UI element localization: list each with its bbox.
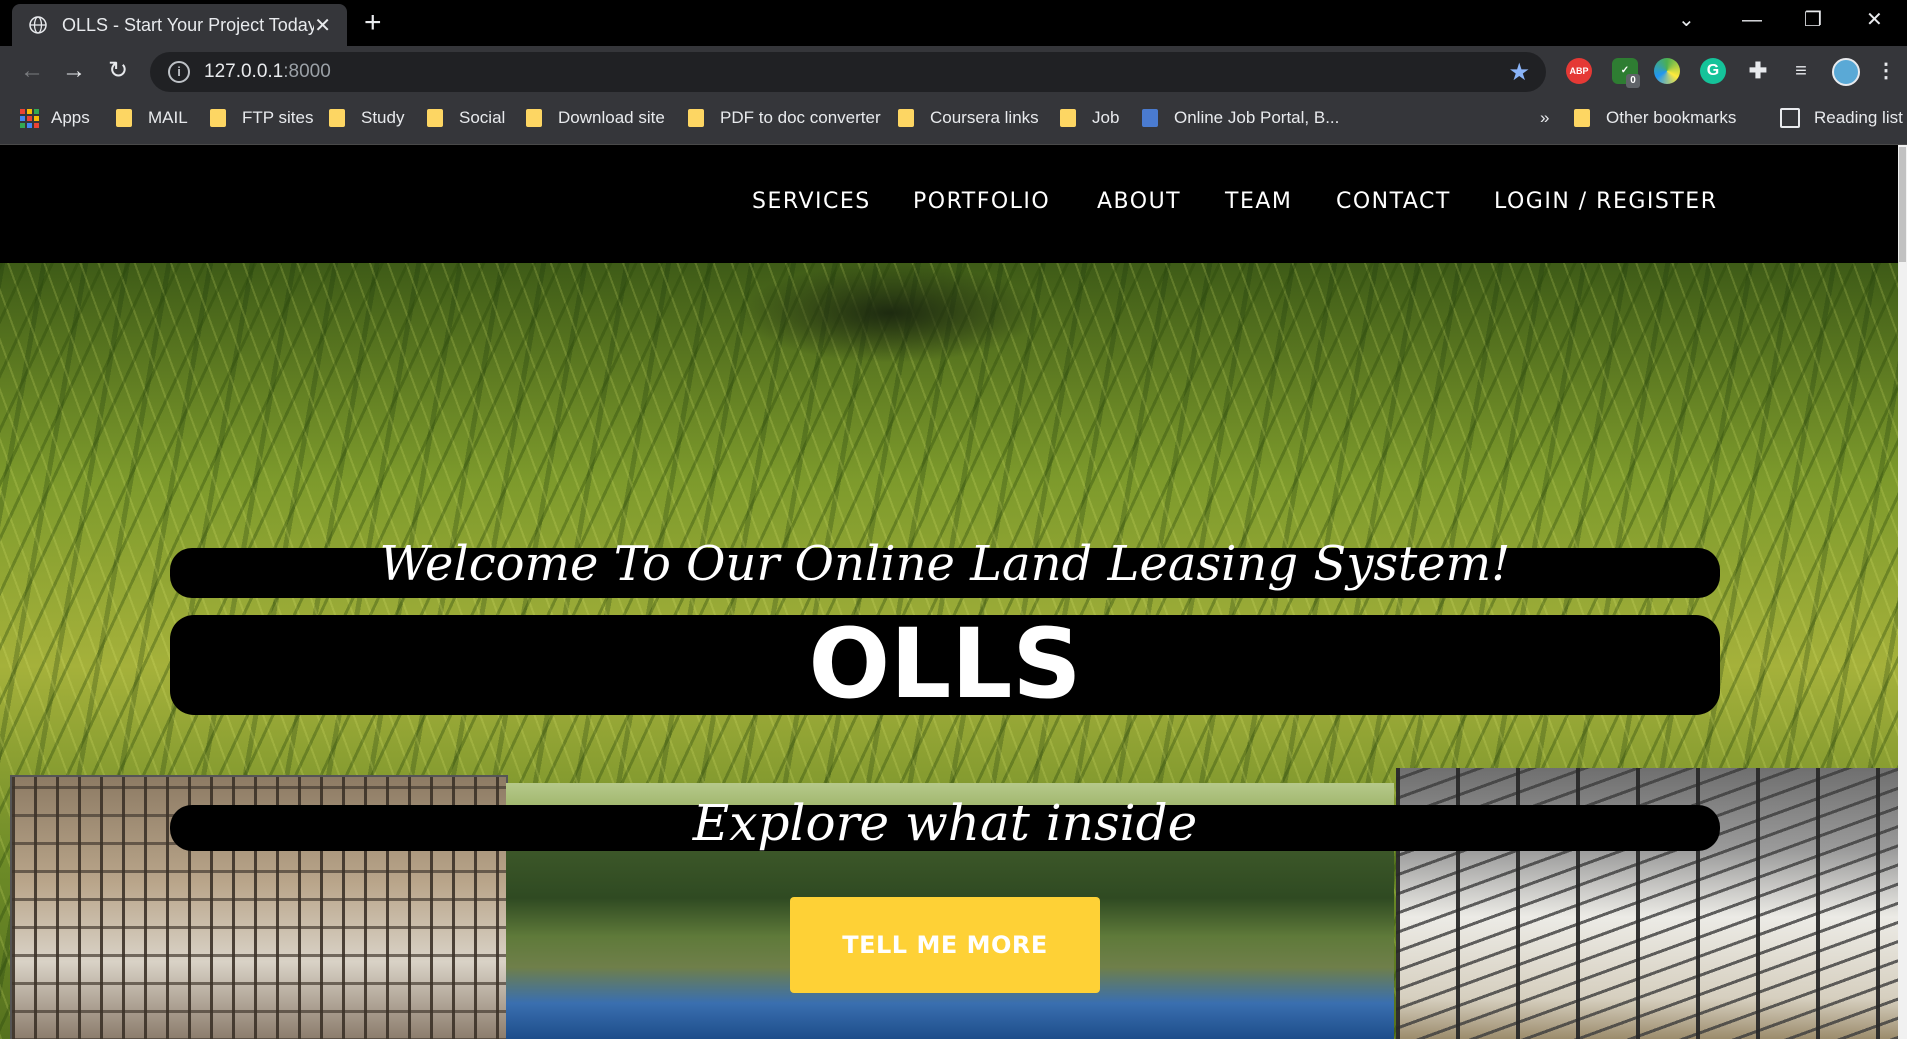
site-navbar: SERVICES PORTFOLIO ABOUT TEAM CONTACT LO… [0,145,1898,263]
window-close-button[interactable]: ✕ [1866,8,1883,32]
nav-contact[interactable]: CONTACT [1336,189,1451,214]
folder-icon [688,109,704,127]
scrollbar-thumb[interactable] [1899,147,1906,262]
browser-tab[interactable]: OLLS - Start Your Project Today ✕ [12,4,347,46]
forward-arrow-icon[interactable]: → [62,56,86,86]
bookmark-download-site[interactable]: Download site [526,108,665,128]
bookmark-job[interactable]: Job [1060,108,1119,128]
explore-subheading: Explore what inside [170,798,1720,851]
page-viewport: SERVICES PORTFOLIO ABOUT TEAM CONTACT LO… [0,145,1898,1039]
nav-about[interactable]: ABOUT [1097,189,1181,214]
nav-login-register[interactable]: LOGIN / REGISTER [1494,189,1718,214]
folder-icon [1060,109,1076,127]
welcome-heading: Welcome To Our Online Land Leasing Syste… [170,540,1720,598]
new-tab-button[interactable]: + [364,6,382,40]
tab-search-chevron-down-icon[interactable]: ⌄ [1678,8,1695,32]
folder-icon [898,109,914,127]
extensions-puzzle-icon[interactable]: ✚ [1744,58,1772,84]
folder-icon [526,109,542,127]
hero-background-shadow [740,263,1040,363]
browser-tab-strip: OLLS - Start Your Project Today ✕ + ⌄ — … [0,0,1907,46]
nav-portfolio[interactable]: PORTFOLIO [913,189,1050,214]
folder-icon [427,109,443,127]
profile-avatar[interactable] [1832,58,1860,86]
bookmark-mail[interactable]: MAIL [116,108,188,128]
site-info-icon[interactable]: i [168,61,190,83]
tell-me-more-button[interactable]: TELL ME MORE [790,897,1100,993]
globe-icon [29,16,47,34]
bookmark-coursera-links[interactable]: Coursera links [898,108,1039,128]
page-scrollbar[interactable] [1898,145,1907,1039]
folder-icon [116,109,132,127]
folder-icon [210,109,226,127]
extension-badge-count: 0 [1626,74,1640,88]
browser-menu-icon[interactable]: ⋮ [1876,58,1896,84]
bookmark-other-bookmarks[interactable]: Other bookmarks [1574,108,1736,128]
bookmark-ftp-sites[interactable]: FTP sites [210,108,313,128]
folder-icon [329,109,345,127]
bookmark-star-icon[interactable]: ★ [1508,58,1530,87]
reading-list-icon [1780,108,1800,128]
reading-list-queue-icon[interactable]: ≡ [1788,58,1814,84]
minimize-button[interactable]: — [1742,8,1762,32]
back-arrow-icon[interactable]: ← [20,56,44,86]
apps-grid-icon [20,108,39,128]
reading-list-button[interactable]: Reading list [1780,108,1903,128]
nav-team[interactable]: TEAM [1225,189,1292,214]
bookmark-pdf-converter[interactable]: PDF to doc converter [688,108,881,128]
bookmark-apps[interactable]: Apps [20,108,90,128]
folder-icon [1574,109,1590,127]
bookmark-social[interactable]: Social [427,108,505,128]
brand-title: OLLS [170,615,1720,715]
reload-icon[interactable]: ↻ [108,56,128,86]
close-tab-icon[interactable]: ✕ [314,13,331,38]
bookmark-study[interactable]: Study [329,108,404,128]
nav-services[interactable]: SERVICES [752,189,871,214]
adblock-plus-icon[interactable]: ABP [1566,58,1592,84]
grammarly-icon[interactable]: G [1700,58,1726,84]
url-text: 127.0.0.1:8000 [204,61,331,82]
bookmark-online-job-portal[interactable]: Online Job Portal, B... [1142,108,1339,128]
restore-button[interactable]: ❐ [1804,8,1822,32]
browser-toolbar: ← → ↻ i 127.0.0.1:8000 ★ ABP ✓ 0 G ✚ ≡ ⋮ [0,46,1907,98]
address-bar[interactable]: i 127.0.0.1:8000 ★ [150,52,1546,92]
site-favicon-icon [1142,109,1158,127]
more-bookmarks-button[interactable]: » [1540,108,1549,128]
color-picker-icon[interactable] [1654,58,1680,84]
bookmarks-bar: Apps MAIL FTP sites Study Social Downloa… [0,98,1907,145]
tab-title: OLLS - Start Your Project Today [62,14,315,35]
